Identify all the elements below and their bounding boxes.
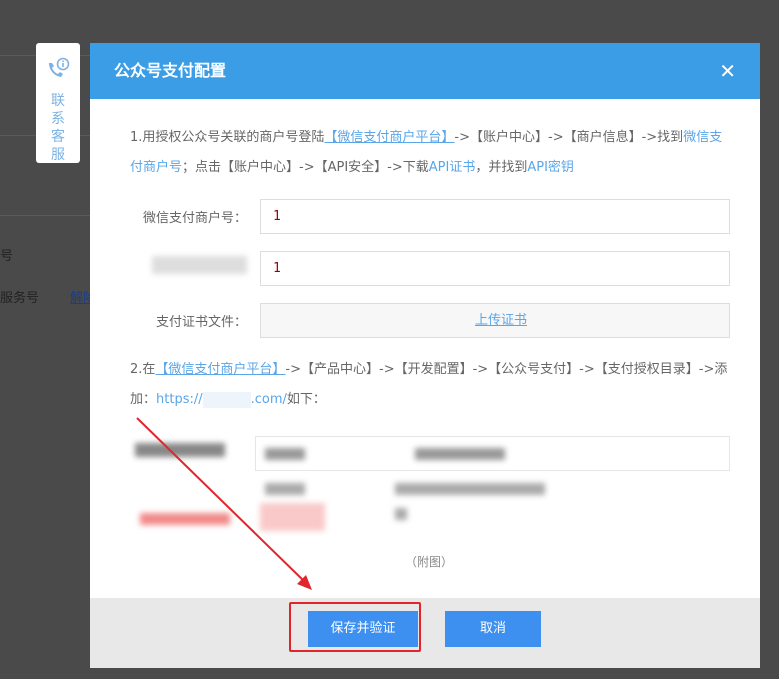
annotation-arrow (136, 417, 312, 590)
